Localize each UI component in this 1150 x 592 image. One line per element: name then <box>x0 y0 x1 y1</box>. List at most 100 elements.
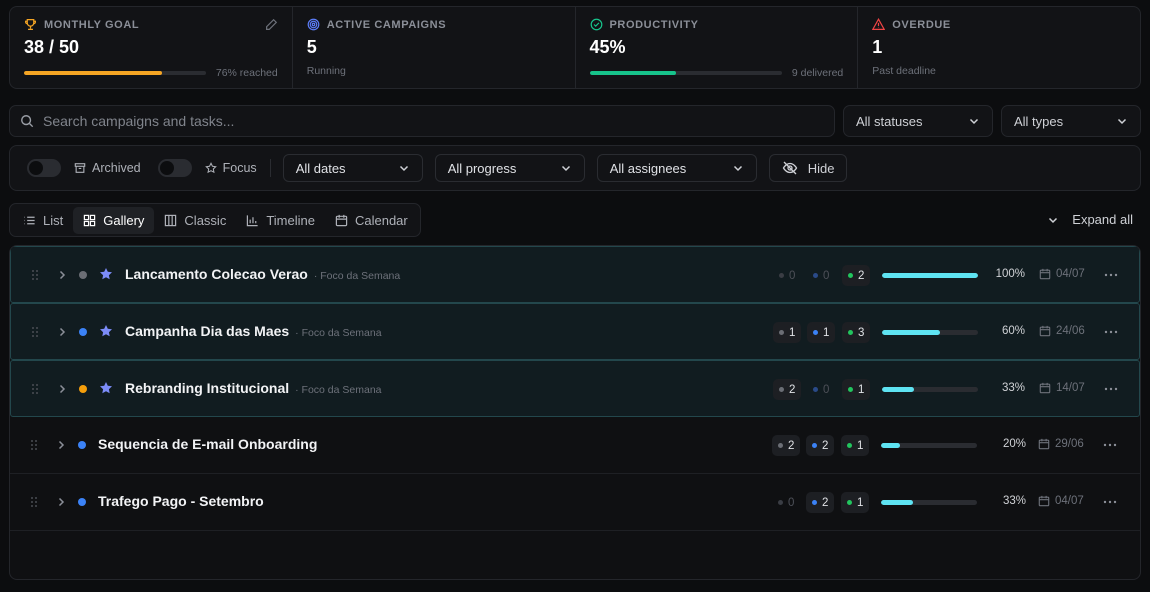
eye-off-icon <box>782 161 797 175</box>
search-icon <box>21 115 34 128</box>
campaign-title[interactable]: Trafego Pago - Setembro <box>98 493 264 509</box>
calendar-icon <box>1039 268 1051 280</box>
campaign-subtitle: · Foco da Semana <box>295 384 382 396</box>
drag-handle-icon[interactable] <box>31 326 39 338</box>
count-dot <box>778 443 783 448</box>
count-chip: 0 <box>807 379 835 400</box>
stat-value: 1 <box>872 37 883 57</box>
star-icon[interactable] <box>99 381 113 395</box>
chevron-right-icon[interactable] <box>56 269 68 281</box>
count-dot <box>848 387 853 392</box>
count-chip: 2 <box>842 265 871 286</box>
tab-timeline[interactable]: Timeline <box>236 207 325 234</box>
tab-gallery[interactable]: Gallery <box>73 206 155 234</box>
count-dot <box>847 500 852 505</box>
archive-icon <box>74 163 86 173</box>
campaign-title[interactable]: Lancamento Colecao Verao · Foco da Semana <box>125 266 400 282</box>
more-icon[interactable] <box>1103 439 1117 451</box>
stat-value: 38 / 50 <box>24 37 80 57</box>
drag-handle-icon[interactable] <box>30 496 38 508</box>
campaign-progress-label: 20% <box>1002 438 1026 450</box>
star-icon[interactable] <box>99 324 113 338</box>
count-dot <box>848 330 853 335</box>
stat-monthly-goal: MONTHLY GOAL 38 / 50 76% reached <box>10 7 293 88</box>
status-dot <box>79 385 87 393</box>
campaign-title[interactable]: Rebranding Institucional · Foco da Semana <box>125 380 382 396</box>
productivity-label: 9 delivered <box>791 67 844 79</box>
campaign-row[interactable]: Sequencia de E-mail Onboarding 2 2 1 20% 29/0… <box>10 417 1140 474</box>
campaign-title[interactable]: Campanha Dia das Maes · Foco da Semana <box>125 323 382 339</box>
stat-label: OVERDUE <box>892 18 951 31</box>
bar-chart-icon <box>247 214 258 226</box>
count-chip: 2 <box>772 435 801 456</box>
chevron-right-icon[interactable] <box>55 439 67 451</box>
tab-list[interactable]: List <box>13 207 73 234</box>
calendar-icon <box>1038 438 1050 450</box>
more-icon[interactable] <box>1103 496 1117 508</box>
focus-label: Focus <box>204 161 257 175</box>
drag-handle-icon[interactable] <box>30 439 38 451</box>
expand-all-button[interactable]: Expand all <box>1047 212 1133 227</box>
archived-label: Archived <box>74 161 141 175</box>
focus-toggle[interactable] <box>157 159 192 177</box>
view-tabs: List Gallery Classic Timeline Calendar <box>9 203 421 237</box>
campaign-progress-fill <box>881 500 913 505</box>
status-dot <box>78 441 86 449</box>
tab-classic[interactable]: Classic <box>154 207 236 234</box>
campaign-progress-fill <box>881 443 901 448</box>
count-dot <box>848 273 853 278</box>
hide-button[interactable]: Hide <box>768 154 848 182</box>
campaign-row[interactable]: Trafego Pago - Setembro 0 2 1 33% 04/07 <box>10 474 1140 531</box>
edit-icon[interactable] <box>264 18 278 32</box>
count-dot <box>779 330 784 335</box>
more-icon[interactable] <box>1104 269 1118 281</box>
chevron-down-icon <box>1049 217 1058 223</box>
goal-progress-label: 76% reached <box>215 67 278 79</box>
status-select[interactable]: All statuses <box>843 105 993 137</box>
columns-icon <box>165 214 177 226</box>
count-chip: 0 <box>807 265 835 286</box>
stat-active-campaigns: ACTIVE CAMPAIGNS 5 Running <box>293 7 576 88</box>
more-icon[interactable] <box>1104 383 1118 395</box>
chevron-right-icon[interactable] <box>56 383 68 395</box>
campaign-row[interactable]: Lancamento Colecao Verao · Foco da Semana… <box>10 246 1140 303</box>
campaign-row[interactable]: Rebranding Institucional · Foco da Semana… <box>10 360 1140 417</box>
calendar-icon <box>1039 325 1051 337</box>
search-input[interactable] <box>43 113 834 129</box>
count-dot <box>813 273 818 278</box>
chevron-right-icon[interactable] <box>56 326 68 338</box>
campaign-row[interactable]: Campanha Dia das Maes · Foco da Semana 1 1 3… <box>10 303 1140 360</box>
count-dot <box>847 443 852 448</box>
assignees-select[interactable]: All assignees <box>596 154 757 182</box>
calendar-icon <box>335 214 348 226</box>
progress-select[interactable]: All progress <box>434 154 585 182</box>
campaign-progress-bar <box>882 273 978 278</box>
campaign-progress-label: 33% <box>1001 382 1025 394</box>
trophy-icon <box>25 19 36 30</box>
count-dot <box>812 443 817 448</box>
stat-label: MONTHLY GOAL <box>44 18 140 31</box>
tab-calendar[interactable]: Calendar <box>325 207 418 234</box>
archived-toggle[interactable] <box>27 159 61 177</box>
type-select[interactable]: All types <box>1001 105 1141 137</box>
count-chip: 1 <box>841 492 870 513</box>
status-dot <box>79 328 87 336</box>
alert-triangle-icon <box>872 18 886 30</box>
drag-handle-icon[interactable] <box>31 269 39 281</box>
chevron-down-icon <box>733 165 742 172</box>
search-bar[interactable] <box>9 105 835 137</box>
campaign-date: 29/06 <box>1038 438 1084 450</box>
chevron-right-icon[interactable] <box>55 496 67 508</box>
star-icon[interactable] <box>99 267 113 281</box>
drag-handle-icon[interactable] <box>31 383 39 395</box>
stats-panel: MONTHLY GOAL 38 / 50 76% reached ACTIVE … <box>9 6 1141 89</box>
list-icon <box>24 216 35 224</box>
calendar-icon <box>1038 495 1050 507</box>
campaign-title[interactable]: Sequencia de E-mail Onboarding <box>98 436 317 452</box>
dates-select[interactable]: All dates <box>282 154 423 182</box>
calendar-icon <box>1039 382 1051 394</box>
count-chip: 1 <box>807 322 836 343</box>
more-icon[interactable] <box>1104 326 1118 338</box>
chevron-down-icon <box>399 165 408 172</box>
campaign-progress-label: 60% <box>1001 325 1025 337</box>
